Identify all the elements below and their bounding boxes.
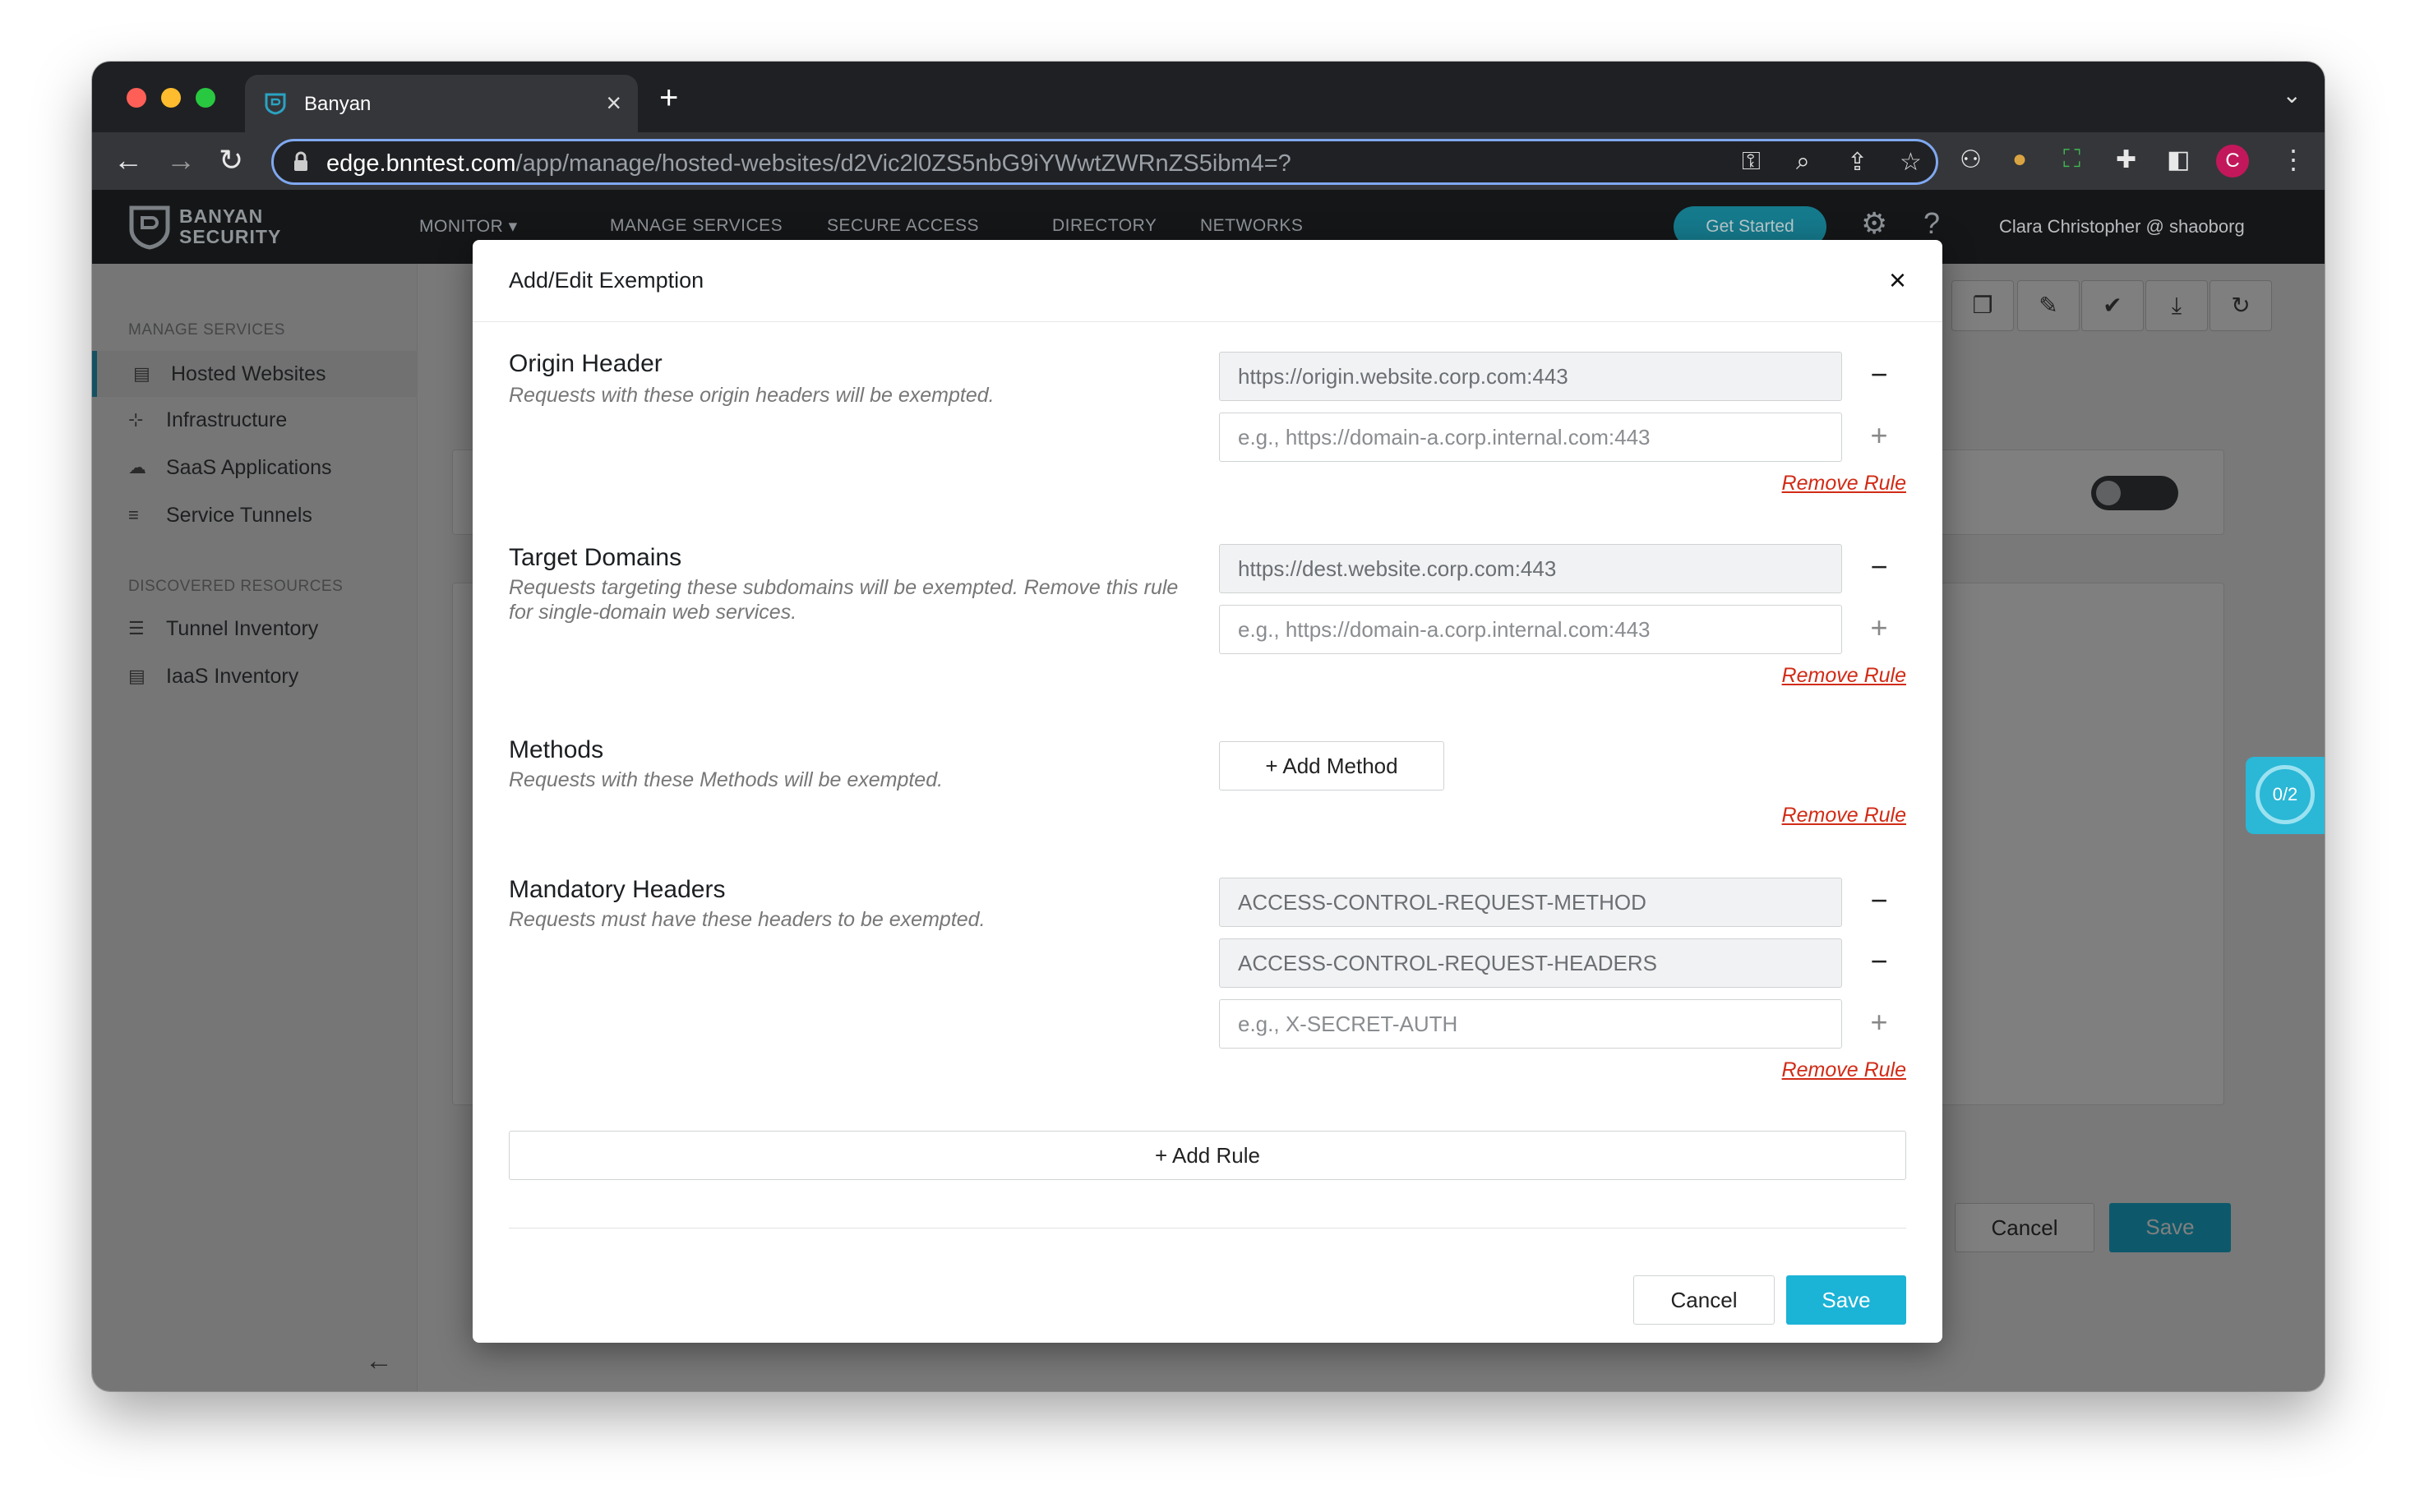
remove-origin-rule-link[interactable]: Remove Rule — [1782, 472, 1906, 496]
methods-label: Methods — [509, 736, 604, 763]
banyan-favicon-icon — [265, 93, 286, 115]
add-origin-value-plus-icon[interactable]: + — [1867, 421, 1891, 450]
mandatory-header-value-2[interactable]: ACCESS-CONTROL-REQUEST-HEADERS — [1219, 938, 1842, 988]
modal-header: Add/Edit Exemption × — [473, 240, 1942, 322]
remove-header-1-minus-icon[interactable]: − — [1867, 886, 1891, 915]
target-domain-input[interactable]: e.g., https://domain-a.corp.internal.com… — [1219, 605, 1842, 654]
reload-icon[interactable]: ↻ — [219, 144, 243, 177]
browser-menu-icon[interactable]: ⋮ — [2280, 144, 2306, 175]
add-edit-exemption-modal: Add/Edit Exemption × Origin Header Reque… — [473, 240, 1942, 1343]
remove-target-value-minus-icon[interactable]: − — [1867, 552, 1891, 582]
mandatory-header-value-1[interactable]: ACCESS-CONTROL-REQUEST-METHOD — [1219, 878, 1842, 927]
plus-icon: + — [1265, 754, 1278, 778]
origin-header-value-1[interactable]: https://origin.website.corp.com:443 — [1219, 352, 1842, 401]
origin-header-description: Requests with these origin headers will … — [509, 384, 995, 407]
extensions-puzzle-icon[interactable]: ✚ — [2116, 145, 2136, 174]
share-icon[interactable]: ⇪ — [1847, 148, 1868, 177]
nav-monitor[interactable]: MONITOR ▾ — [419, 216, 518, 237]
browser-toolbar: ← → ↻ edge.bnntest.com/app/manage/hosted… — [92, 132, 2325, 190]
user-account[interactable]: Clara Christopher @ shaoborg — [1999, 216, 2245, 237]
forward-arrow-icon[interactable]: → — [166, 144, 196, 177]
extension-spy-icon[interactable]: ⚇ — [1960, 145, 1982, 174]
add-target-value-plus-icon[interactable]: + — [1867, 613, 1891, 643]
tab-strip: Banyan × + ⌄ — [92, 62, 2325, 132]
zoom-icon[interactable]: ⌕ — [1796, 148, 1810, 176]
cancel-button[interactable]: Cancel — [1633, 1275, 1775, 1325]
close-icon[interactable]: × — [1889, 263, 1906, 297]
plus-icon: + — [1155, 1143, 1168, 1168]
remove-target-rule-link[interactable]: Remove Rule — [1782, 664, 1906, 688]
new-tab-button[interactable]: + — [659, 80, 678, 117]
remove-origin-value-minus-icon[interactable]: − — [1867, 360, 1891, 390]
remove-methods-rule-link[interactable]: Remove Rule — [1782, 804, 1906, 827]
mandatory-headers-description: Requests must have these headers to be e… — [509, 908, 986, 931]
side-panel-icon[interactable]: ◧ — [2167, 145, 2190, 174]
address-bar[interactable]: edge.bnntest.com/app/manage/hosted-websi… — [271, 139, 1938, 185]
target-domain-value-1[interactable]: https://dest.website.corp.com:443 — [1219, 544, 1842, 593]
help-icon[interactable]: ? — [1923, 206, 1940, 241]
close-tab-icon[interactable]: × — [606, 88, 621, 118]
save-button[interactable]: Save — [1786, 1275, 1906, 1325]
nav-manage-services[interactable]: MANAGE SERVICES — [610, 216, 783, 236]
target-domains-description: Requests targeting these subdomains will… — [509, 576, 1179, 624]
profile-avatar[interactable]: C — [2216, 145, 2249, 177]
nav-secure-access[interactable]: SECURE ACCESS — [827, 216, 979, 236]
url-text: edge.bnntest.com/app/manage/hosted-websi… — [326, 150, 1291, 177]
minimize-window-button[interactable] — [161, 88, 181, 108]
close-window-button[interactable] — [127, 88, 146, 108]
remove-headers-rule-link[interactable]: Remove Rule — [1782, 1058, 1906, 1082]
zoom-window-button[interactable] — [196, 88, 215, 108]
progress-ring: 0/2 — [2256, 765, 2315, 824]
tab-title: Banyan — [304, 93, 372, 115]
key-icon[interactable]: ⚿ — [1742, 148, 1761, 176]
brand-name: BANYAN SECURITY — [179, 205, 282, 247]
nav-directory[interactable]: DIRECTORY — [1052, 216, 1157, 236]
add-method-button[interactable]: + Add Method — [1219, 741, 1444, 791]
nav-networks[interactable]: NETWORKS — [1200, 216, 1303, 236]
add-rule-button[interactable]: + Add Rule — [509, 1131, 1906, 1180]
modal-title: Add/Edit Exemption — [509, 268, 704, 293]
back-arrow-icon[interactable]: ← — [113, 144, 143, 177]
browser-tab[interactable]: Banyan × — [245, 75, 638, 132]
remove-header-2-minus-icon[interactable]: − — [1867, 947, 1891, 976]
bookmark-star-icon[interactable]: ☆ — [1900, 148, 1922, 177]
mandatory-header-input[interactable]: e.g., X-SECRET-AUTH — [1219, 999, 1842, 1049]
onboarding-progress-badge[interactable]: 0/2 — [2246, 757, 2325, 834]
add-header-plus-icon[interactable]: + — [1867, 1007, 1891, 1037]
screenshot-extension-icon[interactable]: ⛶ — [2063, 145, 2080, 173]
mandatory-headers-label: Mandatory Headers — [509, 876, 726, 903]
banyan-logo-icon — [129, 205, 170, 250]
tab-search-chevron-icon[interactable]: ⌄ — [2283, 81, 2302, 108]
lock-icon — [294, 151, 307, 171]
origin-header-input[interactable]: e.g., https://domain-a.corp.internal.com… — [1219, 413, 1842, 462]
target-domains-label: Target Domains — [509, 544, 682, 571]
cookie-extension-icon[interactable]: ● — [2012, 145, 2027, 173]
methods-description: Requests with these Methods will be exem… — [509, 768, 944, 791]
settings-gear-icon[interactable]: ⚙ — [1861, 206, 1887, 241]
origin-header-label: Origin Header — [509, 350, 663, 377]
